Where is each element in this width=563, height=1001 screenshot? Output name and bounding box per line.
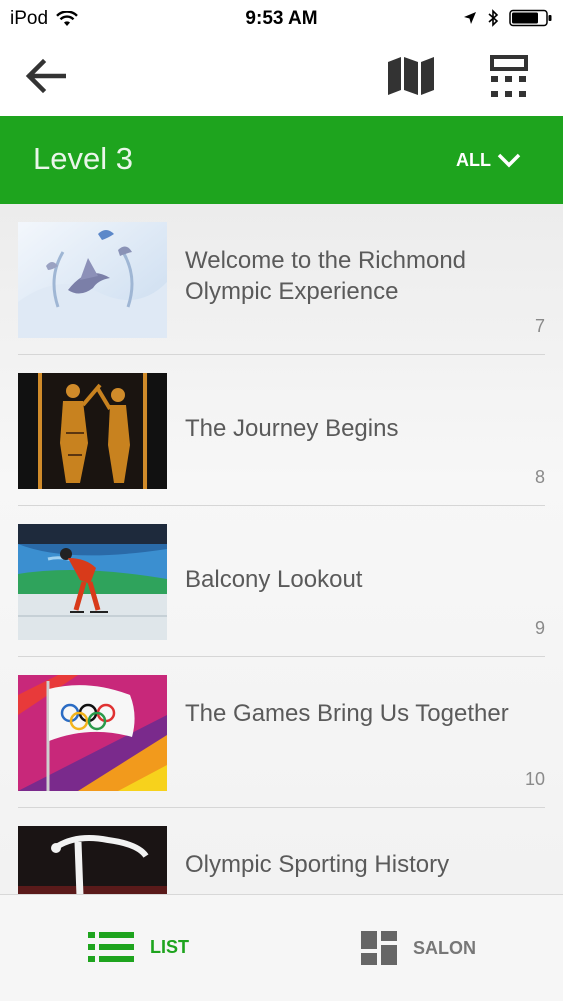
salon-grid-icon: [361, 931, 397, 965]
level-header: Level 3 ALL: [0, 116, 563, 204]
top-nav-bar: [0, 38, 563, 116]
item-title: The Games Bring Us Together: [185, 700, 509, 727]
list-item[interactable]: Balcony Lookout 9: [0, 506, 563, 657]
item-number: 8: [534, 467, 545, 487]
list-icon: [88, 932, 134, 962]
item-thumbnail-speed-skater: [18, 524, 167, 640]
level-title: Level 3: [33, 141, 133, 176]
tab-salon[interactable]: SALON: [361, 931, 476, 965]
item-number: 7: [534, 316, 545, 336]
bottom-tab-bar: LIST SALON: [0, 894, 563, 1001]
battery-icon: [509, 9, 552, 27]
list-item[interactable]: The Journey Begins 8: [0, 355, 563, 506]
filter-label: ALL: [456, 150, 491, 170]
location-arrow-icon: [464, 12, 476, 24]
back-arrow-icon[interactable]: [24, 56, 66, 96]
tab-list[interactable]: LIST: [88, 931, 189, 963]
stop-list: Welcome to the Richmond Olympic Experien…: [0, 204, 563, 894]
status-right: [463, 9, 553, 27]
item-thumbnail-gymnast: [18, 826, 167, 894]
map-icon[interactable]: [386, 56, 436, 96]
item-number: 10: [524, 769, 545, 789]
item-title: Olympic Sporting History: [185, 851, 450, 878]
item-thumbnail-olympic-flag: [18, 675, 167, 791]
list-item[interactable]: Olympic Sporting History: [0, 808, 563, 894]
list-item[interactable]: Welcome to the Richmond Olympic Experien…: [0, 204, 563, 355]
chevron-down-icon: [497, 153, 521, 167]
item-title: The Journey Begins: [185, 415, 399, 442]
item-title: Balcony Lookout: [185, 566, 363, 593]
list-item[interactable]: The Games Bring Us Together 10: [0, 657, 563, 808]
item-thumbnail-doves: [18, 222, 167, 338]
status-bar: iPod 9:53 AM: [0, 0, 563, 38]
keypad-icon[interactable]: [488, 53, 530, 99]
item-number: 9: [534, 618, 545, 638]
filter-dropdown[interactable]: ALL: [456, 150, 521, 171]
item-thumbnail-greek-vase: [18, 373, 167, 489]
item-title: Welcome to the Richmond Olympic Experien…: [185, 247, 467, 305]
tab-salon-label: SALON: [413, 937, 476, 958]
tab-list-label: LIST: [150, 936, 189, 957]
bluetooth-icon: [488, 9, 499, 27]
